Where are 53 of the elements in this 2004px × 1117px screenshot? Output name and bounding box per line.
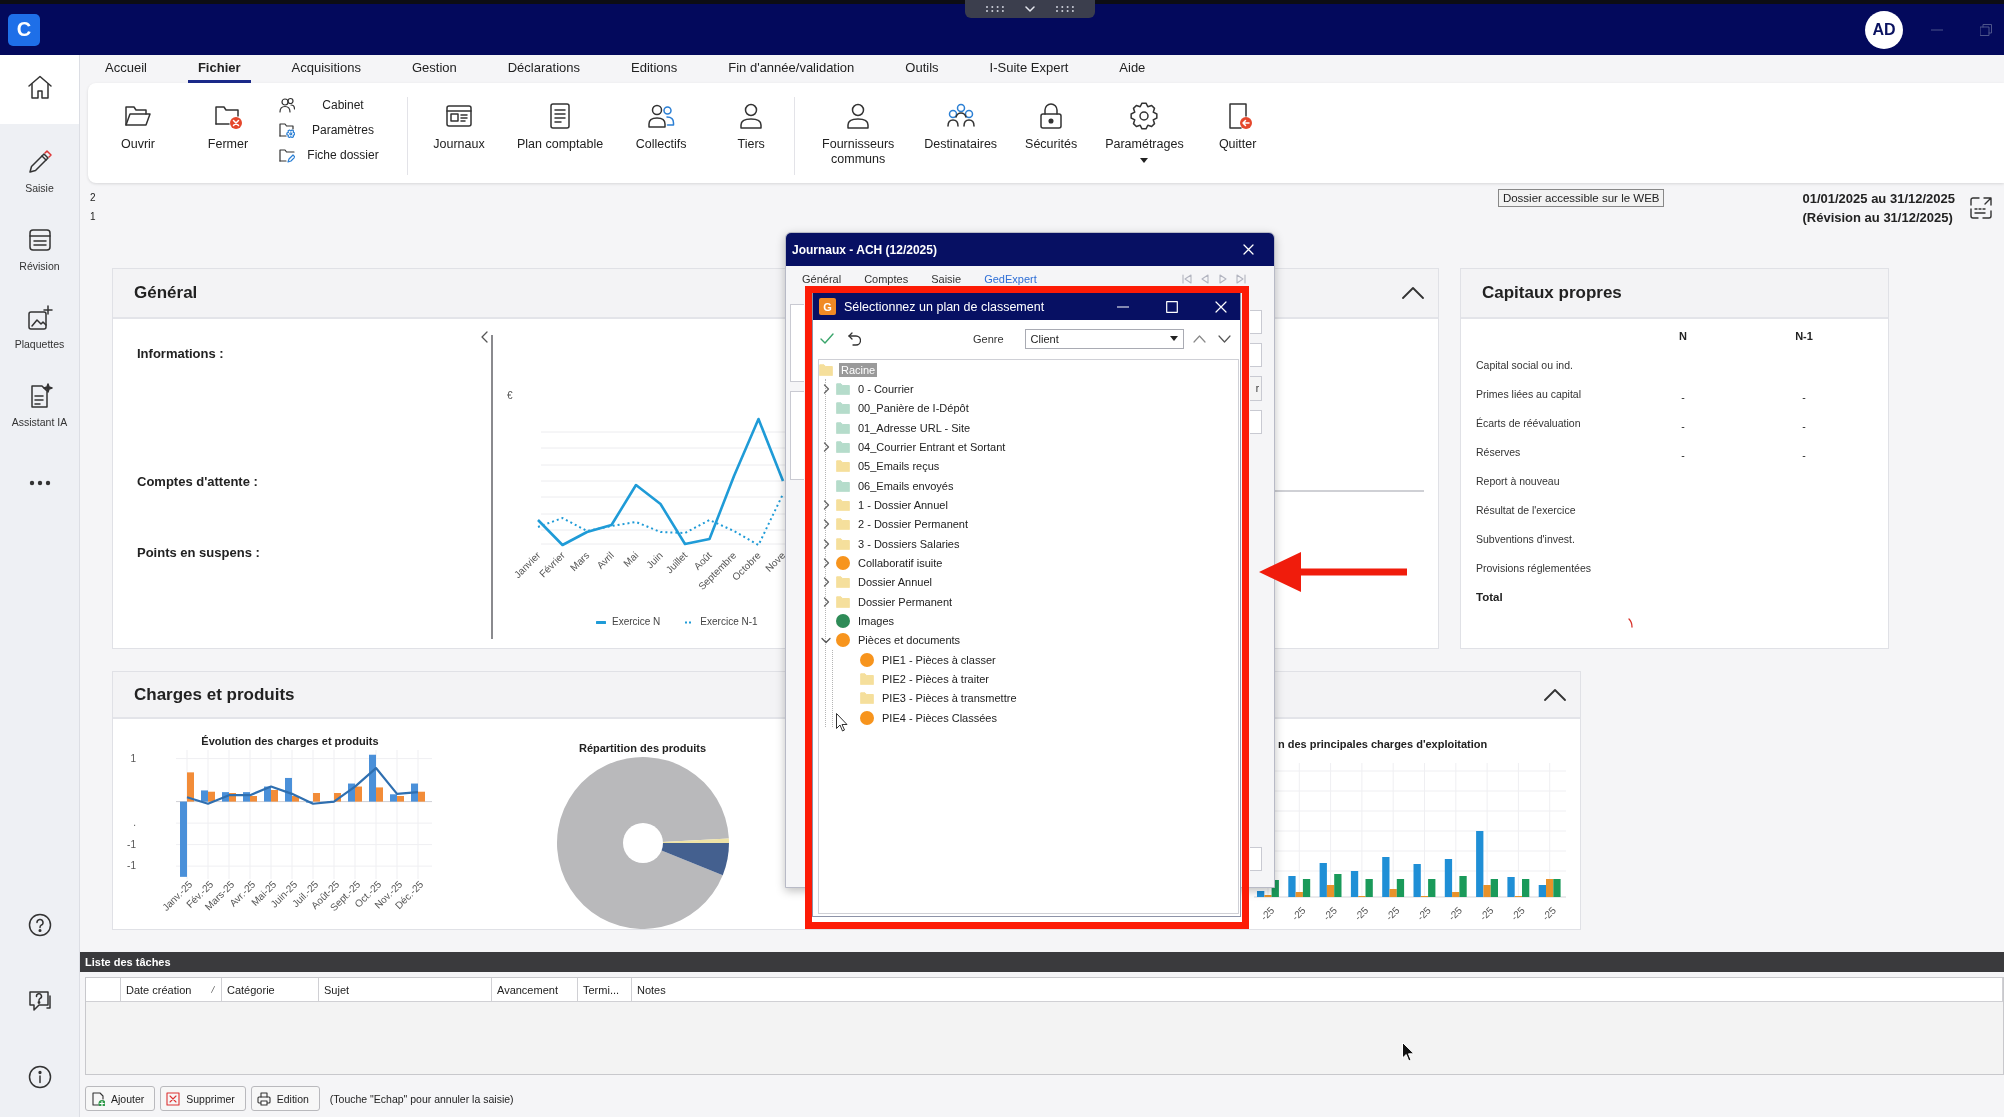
row-label: Primes liées au capital (1476, 386, 1583, 402)
axis-label: -25 (1414, 904, 1433, 923)
panel-title: Général (134, 283, 198, 303)
row-label: Écarts de réévaluation (1476, 415, 1582, 431)
period-label: 01/01/2025 au 31/12/2025 (1802, 189, 1955, 208)
panel-title: Capitaux propres (1482, 283, 1622, 303)
table-cell-text: - (1801, 389, 1807, 405)
field-label: Comptes d'attente : (137, 474, 259, 490)
panel-title: Charges et produits (134, 684, 295, 705)
row-label: Résultat de l'exercice (1476, 502, 1577, 518)
field-label: Points en suspens : (137, 545, 261, 561)
dialog-title: Sélectionnez un plan de classement (844, 299, 1045, 314)
hint-text: (Touche "Echap" pour annuler la saisie) (329, 1092, 514, 1105)
field-label: Genre (973, 332, 1004, 345)
row-label: Total (1476, 589, 1504, 605)
field-label: Informations : (137, 346, 225, 362)
table-cell-text: - (1801, 447, 1807, 463)
axis-label: -25 (1289, 904, 1308, 923)
table-cell-text: - (1680, 389, 1686, 405)
legend-label: Exercice N (612, 615, 661, 629)
row-label: Report à nouveau (1476, 473, 1561, 489)
window-title: Journaux - ACH (12/2025) (792, 242, 937, 257)
tick-label: -1 (127, 860, 136, 872)
axis-label: Juin (644, 549, 665, 571)
axis-unit: € (507, 390, 513, 401)
axis-label: Mai (621, 549, 641, 569)
axis-label: -25 (1352, 904, 1371, 923)
table-cell-text: - (1801, 418, 1807, 434)
axis-label: -25 (1446, 904, 1465, 923)
app-badge: G (819, 298, 836, 315)
table-cell-text: - (1680, 418, 1686, 434)
revision-label: (Révision au 31/12/2025) (1802, 208, 1954, 227)
axis-label: -25 (1383, 904, 1402, 923)
tick-label: 1 (130, 752, 136, 764)
axis-label: -25 (1321, 904, 1339, 923)
column-header: N-1 (1794, 329, 1814, 344)
row-label: Provisions réglementées (1476, 560, 1592, 576)
legend-label: Exercice N-1 (700, 615, 758, 629)
chart-title: n des principales charges d'exploitation (1278, 737, 1488, 751)
column-header: N (1678, 329, 1688, 344)
axis-label: -25 (1258, 904, 1277, 923)
row-label: Subventions d'invest. (1476, 531, 1576, 547)
row-label: Réserves (1476, 444, 1522, 460)
table-cell-text: - (1680, 447, 1686, 463)
axis-label: -25 (1508, 904, 1527, 923)
chart-title: Répartition des produits (578, 741, 707, 755)
row-label: Capital social ou ind. (1476, 357, 1574, 373)
axis-label: -25 (1540, 904, 1559, 923)
chart-title: Évolution des charges et produits (201, 734, 379, 748)
axis-label: -25 (1477, 904, 1496, 923)
tick-label: . (133, 817, 136, 829)
tick-label: -1 (127, 838, 136, 850)
section-title: Liste des tâches (80, 952, 2004, 972)
